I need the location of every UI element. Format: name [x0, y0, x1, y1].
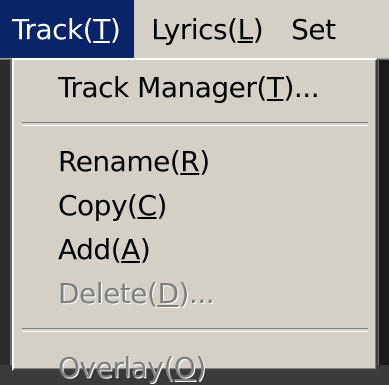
menu-item-rename[interactable]: Rename(R) [14, 140, 376, 184]
menu-item-mnemonic: A [121, 233, 140, 266]
menu-item-copy[interactable]: Copy(C) [14, 184, 376, 228]
screen: Track(T) Lyrics(L) Set Track Manager(T).… [0, 0, 389, 385]
menu-lyrics-mnemonic: L [237, 12, 254, 46]
menu-item-track-manager[interactable]: Track Manager(T)... [14, 66, 376, 110]
menu-settings-label: Set [291, 12, 336, 46]
right-frame [379, 60, 389, 385]
menu-item-label: Add [58, 233, 111, 266]
menu-item-label: Copy [58, 189, 128, 222]
menu-bar: Track(T) Lyrics(L) Set [0, 0, 389, 59]
menu-item-ellipsis: ... [188, 277, 215, 310]
menu-item-label: Rename [58, 145, 170, 178]
menu-item-label: Delete [58, 277, 148, 310]
menu-item-mnemonic: C [137, 189, 157, 222]
menu-item-mnemonic: D [157, 277, 179, 310]
menu-separator [22, 328, 368, 332]
menu-lyrics-label: Lyrics [151, 12, 228, 46]
menu-settings[interactable]: Set [275, 0, 347, 58]
menu-item-mnemonic: O [173, 351, 196, 384]
menu-lyrics[interactable]: Lyrics(L) [135, 0, 275, 58]
left-strip [0, 60, 10, 385]
menu-track[interactable]: Track(T) [0, 0, 136, 58]
menu-item-mnemonic: R [180, 145, 200, 178]
menu-item-mnemonic: T [266, 71, 284, 104]
track-dropdown-menu: Track Manager(T)... Rename(R) Copy(C) Ad… [12, 58, 378, 384]
menu-item-overlay: Overlay(O) [58, 351, 206, 384]
menu-item-label: Track Manager [58, 71, 257, 104]
menu-track-mnemonic: T [93, 12, 110, 46]
menu-separator [22, 122, 368, 126]
menu-item-add[interactable]: Add(A) [14, 228, 376, 272]
menu-track-label: Track [12, 12, 83, 46]
menu-item-label: Overlay [58, 351, 164, 384]
menu-item-delete: Delete(D)... [58, 277, 215, 310]
menu-item-ellipsis: ... [293, 71, 320, 104]
